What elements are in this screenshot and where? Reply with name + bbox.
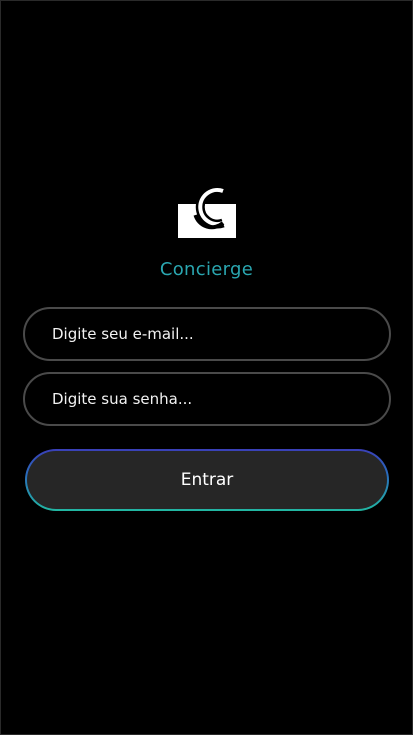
concierge-logo-icon xyxy=(178,185,236,238)
email-input[interactable] xyxy=(25,309,389,359)
email-field[interactable] xyxy=(23,307,391,361)
brand-name: Concierge xyxy=(159,259,254,280)
password-field[interactable] xyxy=(23,372,391,426)
login-button[interactable]: Entrar xyxy=(27,451,387,509)
password-input[interactable] xyxy=(25,374,389,424)
login-button-border: Entrar xyxy=(25,449,389,511)
login-screen: Concierge Entrar xyxy=(0,0,413,735)
